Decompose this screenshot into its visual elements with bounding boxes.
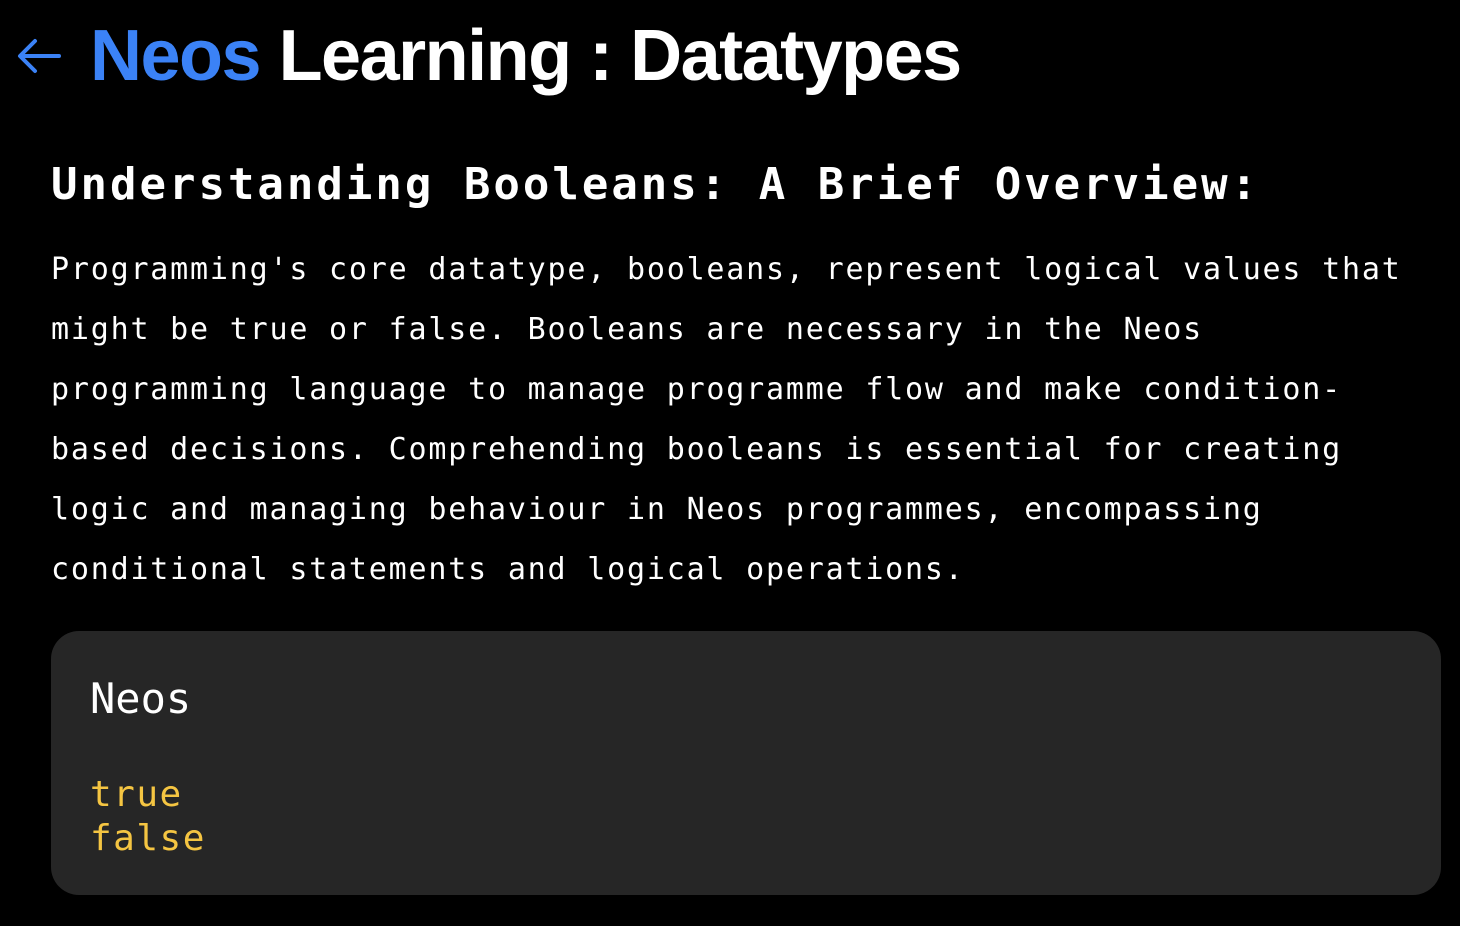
code-line: false xyxy=(90,818,206,859)
back-button[interactable] xyxy=(14,31,64,81)
section-body-text: Programming's core datatype, booleans, r… xyxy=(51,252,1402,587)
code-line: true xyxy=(90,774,183,815)
code-language-label: Neos xyxy=(90,674,192,723)
page-title: Neos Learning : Datatypes xyxy=(90,16,963,96)
page-title-rest: Learning : Datatypes xyxy=(260,16,963,96)
page-title-brand: Neos xyxy=(90,16,262,96)
section-heading: Understanding Booleans: A Brief Overview… xyxy=(51,159,1261,210)
arrow-left-icon xyxy=(18,39,61,73)
code-block: Neos true false xyxy=(51,631,1441,895)
page-header: Neos Learning : Datatypes xyxy=(14,16,963,96)
